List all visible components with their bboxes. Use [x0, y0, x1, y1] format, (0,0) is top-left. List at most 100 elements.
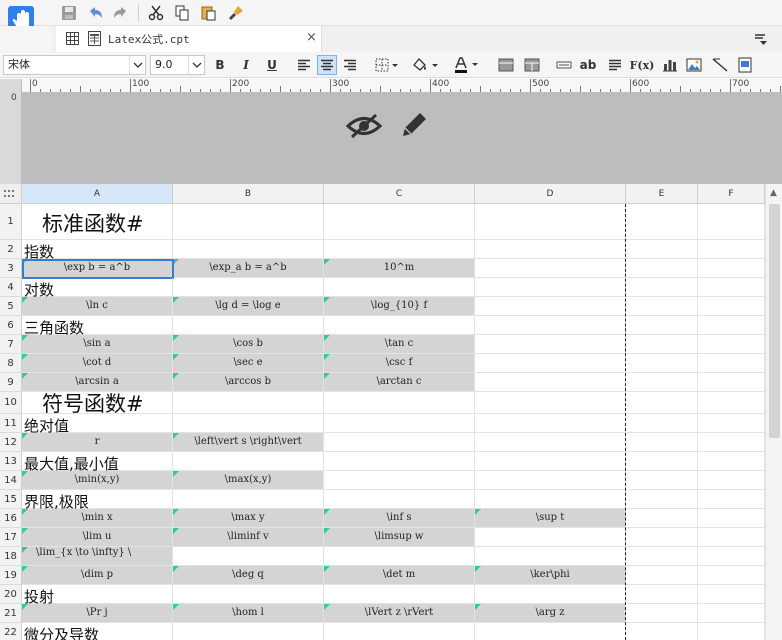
- row-header-10[interactable]: 10: [0, 392, 22, 414]
- cell-d18[interactable]: [475, 547, 626, 566]
- cell-c2[interactable]: [324, 240, 475, 259]
- tab-menu-button[interactable]: [754, 31, 768, 50]
- row-header-12[interactable]: 12: [0, 433, 22, 452]
- cell-a14[interactable]: \min(x,y): [22, 471, 173, 490]
- cell-c20[interactable]: [324, 585, 475, 604]
- cell-d14[interactable]: [475, 471, 626, 490]
- cell-c22[interactable]: [324, 623, 475, 640]
- cell-b14[interactable]: \max(x,y): [173, 471, 324, 490]
- cell-b19[interactable]: \deg q: [173, 566, 324, 585]
- cell-a10[interactable]: [22, 392, 173, 414]
- cell-b9[interactable]: \arccos b: [173, 373, 324, 392]
- cell-e3[interactable]: [626, 259, 698, 278]
- cell-d19[interactable]: \ker\phi: [475, 566, 626, 585]
- cell-b7[interactable]: \cos b: [173, 335, 324, 354]
- cell-e5[interactable]: [626, 297, 698, 316]
- wrap-text-button[interactable]: [605, 55, 625, 75]
- cell-d12[interactable]: [475, 433, 626, 452]
- cell-e13[interactable]: [626, 452, 698, 471]
- cell-c8[interactable]: \csc f: [324, 354, 475, 373]
- cell-d13[interactable]: [475, 452, 626, 471]
- cell-e17[interactable]: [626, 528, 698, 547]
- cell-a21[interactable]: \Pr j: [22, 604, 173, 623]
- cell-a12[interactable]: r: [22, 433, 173, 452]
- cell-b8[interactable]: \sec e: [173, 354, 324, 373]
- cell-e19[interactable]: [626, 566, 698, 585]
- cell-f5[interactable]: [698, 297, 765, 316]
- cell-f17[interactable]: [698, 528, 765, 547]
- cell-f6[interactable]: [698, 316, 765, 335]
- cell-c3[interactable]: 10^m: [324, 259, 475, 278]
- cell-a18[interactable]: \lim_{x \to \infty} \: [22, 547, 173, 566]
- cell-f4[interactable]: [698, 278, 765, 297]
- cell-d21[interactable]: \arg z: [475, 604, 626, 623]
- cell-a7[interactable]: \sin a: [22, 335, 173, 354]
- cell-e6[interactable]: [626, 316, 698, 335]
- cell-b12[interactable]: \left\vert s \right\vert: [173, 433, 324, 452]
- cell-b22[interactable]: [173, 623, 324, 640]
- cell-a9[interactable]: \arcsin a: [22, 373, 173, 392]
- cell-e20[interactable]: [626, 585, 698, 604]
- row-header-22[interactable]: 22: [0, 623, 22, 640]
- cut-button[interactable]: [145, 2, 167, 24]
- vertical-scrollbar[interactable]: ▲: [765, 184, 782, 640]
- cell-d7[interactable]: [475, 335, 626, 354]
- cell-a5[interactable]: \ln c: [22, 297, 173, 316]
- cell-f11[interactable]: [698, 414, 765, 433]
- row-header-5[interactable]: 5: [0, 297, 22, 316]
- cell-d17[interactable]: [475, 528, 626, 547]
- column-header-a[interactable]: A: [22, 184, 173, 204]
- paste-button[interactable]: [197, 2, 219, 24]
- cell-b17[interactable]: \liminf v: [173, 528, 324, 547]
- save-button[interactable]: [58, 2, 80, 24]
- cell-e8[interactable]: [626, 354, 698, 373]
- cell-b11[interactable]: [173, 414, 324, 433]
- insert-cell-button[interactable]: [554, 55, 574, 75]
- cell-d1[interactable]: [475, 204, 626, 240]
- cell-d15[interactable]: [475, 490, 626, 509]
- cell-b16[interactable]: \max y: [173, 509, 324, 528]
- cell-e10[interactable]: [626, 392, 698, 414]
- row-header-15[interactable]: 15: [0, 490, 22, 509]
- cell-b1[interactable]: [173, 204, 324, 240]
- cell-f7[interactable]: [698, 335, 765, 354]
- row-header-9[interactable]: 9: [0, 373, 22, 392]
- row-header-4[interactable]: 4: [0, 278, 22, 297]
- insert-subreport-button[interactable]: [735, 55, 755, 75]
- cell-c19[interactable]: \det m: [324, 566, 475, 585]
- row-header-18[interactable]: 18: [0, 547, 22, 566]
- cell-e4[interactable]: [626, 278, 698, 297]
- row-header-13[interactable]: 13: [0, 452, 22, 471]
- row-header-6[interactable]: 6: [0, 316, 22, 335]
- cell-c4[interactable]: [324, 278, 475, 297]
- cell-e21[interactable]: [626, 604, 698, 623]
- insert-chart-button[interactable]: [660, 55, 680, 75]
- cell-f19[interactable]: [698, 566, 765, 585]
- font-color-button[interactable]: [450, 55, 482, 75]
- cell-c12[interactable]: [324, 433, 475, 452]
- cell-a20[interactable]: [22, 585, 173, 604]
- cell-e22[interactable]: [626, 623, 698, 640]
- cell-e2[interactable]: [626, 240, 698, 259]
- copy-button[interactable]: [171, 2, 193, 24]
- cell-c14[interactable]: [324, 471, 475, 490]
- cell-e18[interactable]: [626, 547, 698, 566]
- cell-a2[interactable]: [22, 240, 173, 259]
- cell-f3[interactable]: [698, 259, 765, 278]
- cell-d6[interactable]: [475, 316, 626, 335]
- italic-button[interactable]: I: [236, 55, 256, 75]
- row-header-14[interactable]: 14: [0, 471, 22, 490]
- cell-a1[interactable]: [22, 204, 173, 240]
- cell-c5[interactable]: \log_{10} f: [324, 297, 475, 316]
- cell-d8[interactable]: [475, 354, 626, 373]
- cell-f15[interactable]: [698, 490, 765, 509]
- fill-color-button[interactable]: [410, 55, 442, 75]
- cell-b4[interactable]: [173, 278, 324, 297]
- row-header-17[interactable]: 17: [0, 528, 22, 547]
- cell-e15[interactable]: [626, 490, 698, 509]
- cell-c21[interactable]: \lVert z \rVert: [324, 604, 475, 623]
- font-size-select[interactable]: 9.0: [150, 55, 205, 75]
- cell-f13[interactable]: [698, 452, 765, 471]
- cell-b15[interactable]: [173, 490, 324, 509]
- scroll-up-icon[interactable]: ▲: [770, 188, 777, 198]
